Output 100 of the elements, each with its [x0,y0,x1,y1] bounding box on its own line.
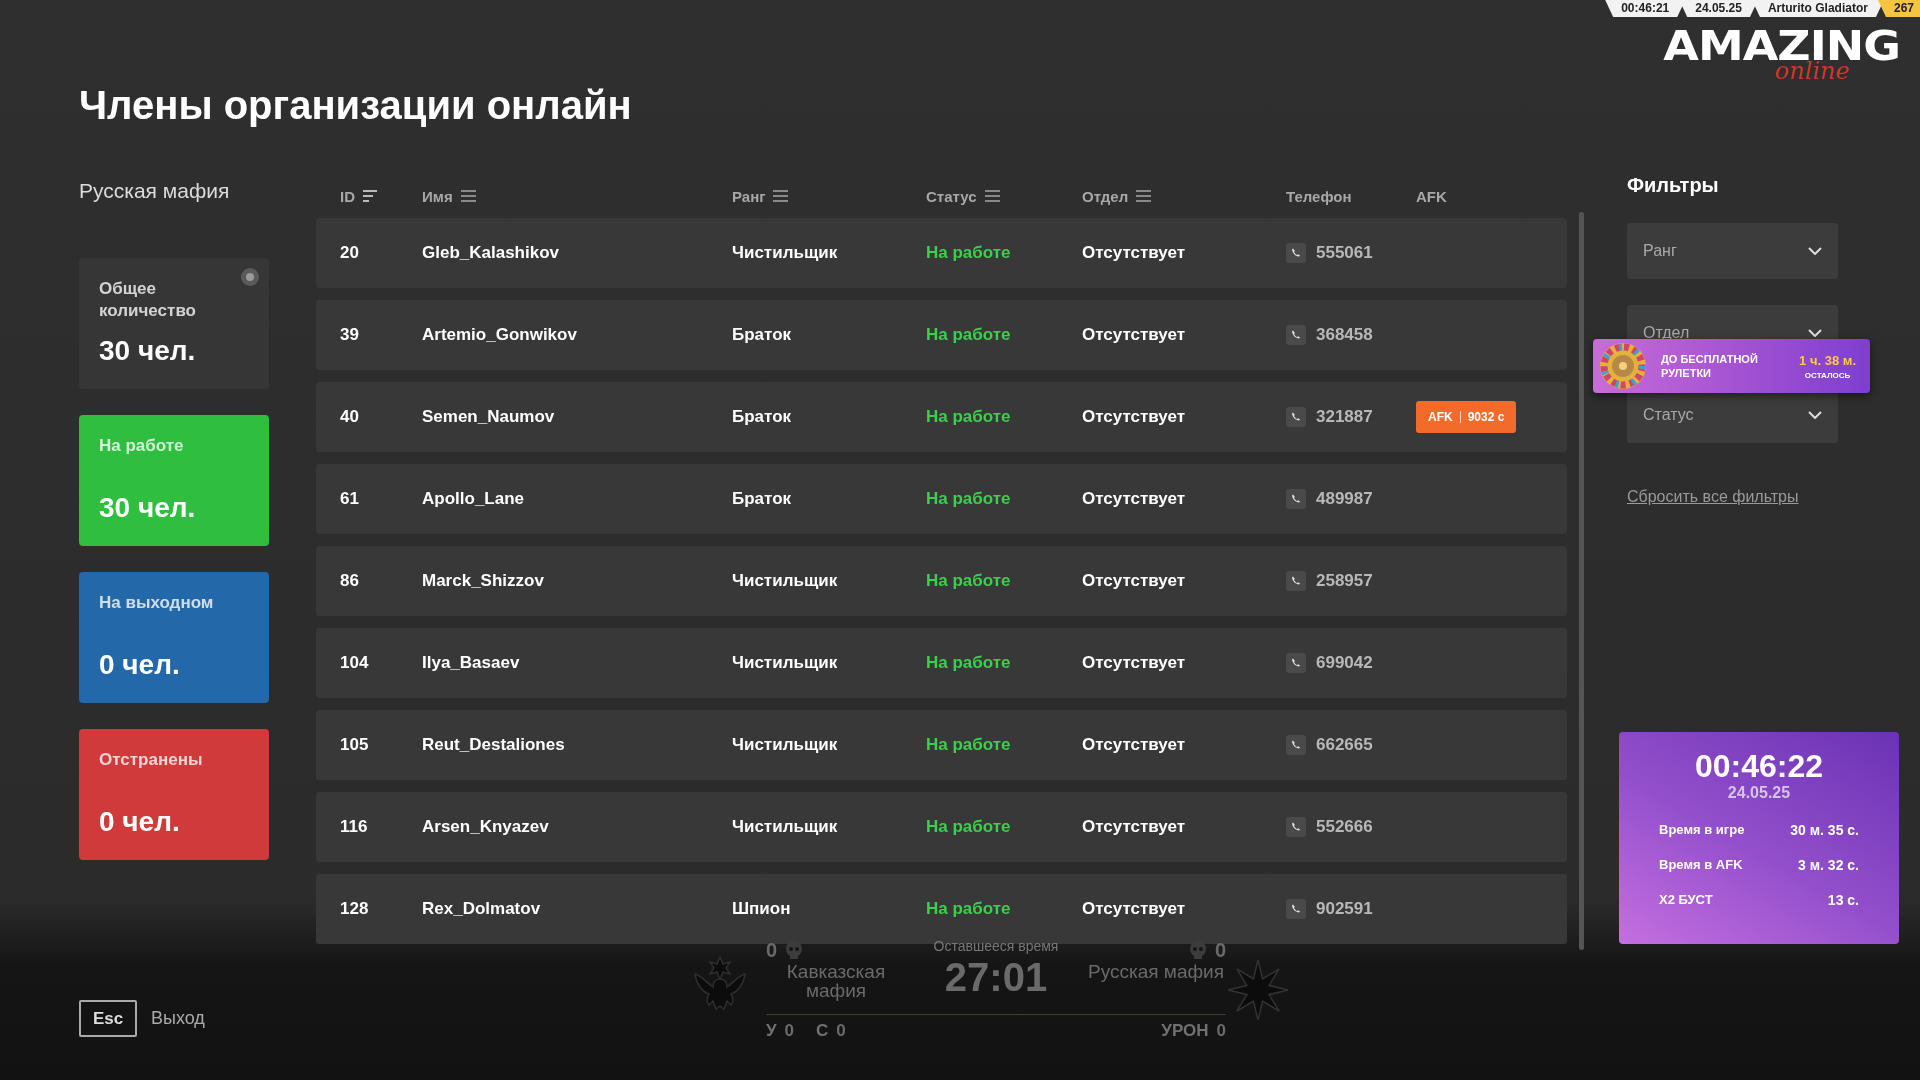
column-header: Ранг [732,187,766,205]
phone-icon [1286,325,1306,345]
phone-number: 555061 [1316,243,1373,263]
stat-label: Время в игре [1659,822,1745,838]
member-status: На работе [926,817,1011,837]
member-status: На работе [926,325,1011,345]
member-department: Отсутствует [1082,571,1186,591]
stat-value: 0 [836,1021,846,1042]
organization-name: Русская мафия [79,178,230,204]
roulette-toast[interactable]: ДО БЕСПЛАТНОЙ РУЛЕТКИ 1 ч. 38 м. ОСТАЛОСЬ [1593,339,1870,393]
match-timer: 27:01 [944,954,1048,1000]
sort-icon [363,190,377,202]
member-id: 20 [340,243,360,263]
member-department: Отсутствует [1082,735,1186,755]
card-label: На работе [99,435,185,457]
member-name: Marck_Shizzov [422,571,544,591]
card-count: 30 чел. [99,335,196,367]
menu-icon [1136,190,1152,202]
stat-value: 0 [784,1021,795,1042]
phone-number: 368458 [1316,325,1373,345]
session-date: 24.05.25 [1727,784,1791,802]
member-id: 39 [340,325,360,345]
member-name: Rex_Dolmatov [422,899,541,919]
member-id: 116 [340,817,369,837]
phone-icon [1286,489,1306,509]
member-name: Ilya_Basaev [422,653,520,673]
member-rank: Браток [732,407,792,427]
phone-number: 699042 [1316,653,1373,673]
column-header: AFK [1416,187,1447,205]
member-name: Arsen_Knyazev [422,817,549,837]
column-header: Имя [422,187,453,205]
chevron-down-icon [1808,411,1822,419]
session-clock: 00:46:22 [1694,748,1824,784]
phone-number: 489987 [1316,489,1373,509]
afk-label: AFK [1428,410,1453,424]
member-department: Отсутствует [1082,899,1186,919]
member-row[interactable]: 39 Artemio_Gonwikov Браток На работе Отсутствует 368458 [316,300,1567,370]
member-row[interactable]: 116 Arsen_Knyazev Чистильщик На работе Отсутствует 552666 [316,792,1567,862]
player-id: 267 [1877,0,1920,17]
member-status: На работе [926,571,1011,591]
phone-number: 902591 [1316,899,1373,919]
phone-icon [1286,817,1306,837]
filters-title: Фильтры [1627,173,1720,197]
stat-label: С [816,1021,829,1042]
phone-icon [1286,243,1306,263]
member-department: Отсутствует [1082,653,1186,673]
card-label: Общее количество [99,278,197,322]
banner-note: ОСТАЛОСЬ [1804,370,1851,380]
phone-icon [1286,571,1306,591]
column-header: Статус [926,187,977,205]
member-row[interactable]: 105 Reut_Destaliones Чистильщик На работе Отсутствует 662665 [316,710,1567,780]
member-rank: Браток [732,489,792,509]
column-header: ID [340,187,355,205]
afk-time: 9032 с [1467,410,1505,424]
stat-value: 0 [1216,1021,1226,1042]
member-rank: Чистильщик [732,817,838,837]
card-label: На выходном [99,592,215,614]
member-id: 105 [340,735,370,755]
page-title: Члены организации онлайн [79,82,632,129]
exit-label: Выход [151,1008,205,1029]
member-status: На работе [926,407,1011,427]
member-status: На работе [926,489,1011,509]
member-department: Отсутствует [1082,817,1186,837]
phone-icon [1286,899,1306,919]
member-department: Отсутствует [1082,243,1186,263]
member-status: На работе [926,243,1011,263]
reset-filters-link[interactable]: Сбросить все фильтры [1627,488,1799,506]
member-department: Отсутствует [1082,407,1186,427]
member-status: На работе [926,653,1011,673]
member-name: Gleb_Kalashikov [422,243,559,263]
phone-number: 662665 [1316,735,1373,755]
member-rank: Чистильщик [732,653,838,673]
member-row[interactable]: 86 Marck_Shizzov Чистильщик На работе Отсутствует 258957 [316,546,1567,616]
member-row[interactable]: 61 Apollo_Lane Браток На работе Отсутствует 489987 [316,464,1567,534]
scrollbar[interactable] [1579,212,1584,950]
member-department: Отсутствует [1082,489,1186,509]
stat-value: 13 с. [1827,892,1859,908]
member-id: 128 [340,899,370,919]
member-status: На работе [926,899,1011,919]
member-name: Reut_Destaliones [422,735,565,755]
card-count: 0 чел. [99,649,180,681]
phone-number: 552666 [1316,817,1373,837]
team-name: Кавказская мафия [785,962,887,1000]
member-rank: Чистильщик [732,243,838,263]
member-status: На работе [926,735,1011,755]
stat-label: УРОН [1161,1021,1209,1042]
skull-icon [785,941,804,959]
column-header: Телефон [1286,187,1352,205]
member-id: 104 [340,653,370,673]
filter-dropdown[interactable]: Ранг [1627,223,1838,279]
phone-number: 321887 [1316,407,1373,427]
phone-icon [1286,407,1306,427]
member-row[interactable]: 104 Ilya_Basaev Чистильщик На работе Отсутствует 699042 [316,628,1567,698]
member-row[interactable]: 20 Gleb_Kalashikov Чистильщик На работе Отсутствует 555061 [316,218,1567,288]
member-rank: Шпион [732,899,791,919]
member-id: 86 [340,571,360,591]
stat-label: X2 БУСТ [1659,892,1713,908]
chevron-down-icon [1808,329,1822,337]
member-row[interactable]: 40 Semen_Naumov Браток На работе Отсутствует 321887 AFK 9032 с [316,382,1567,452]
esc-key[interactable]: Esc [79,1000,137,1037]
